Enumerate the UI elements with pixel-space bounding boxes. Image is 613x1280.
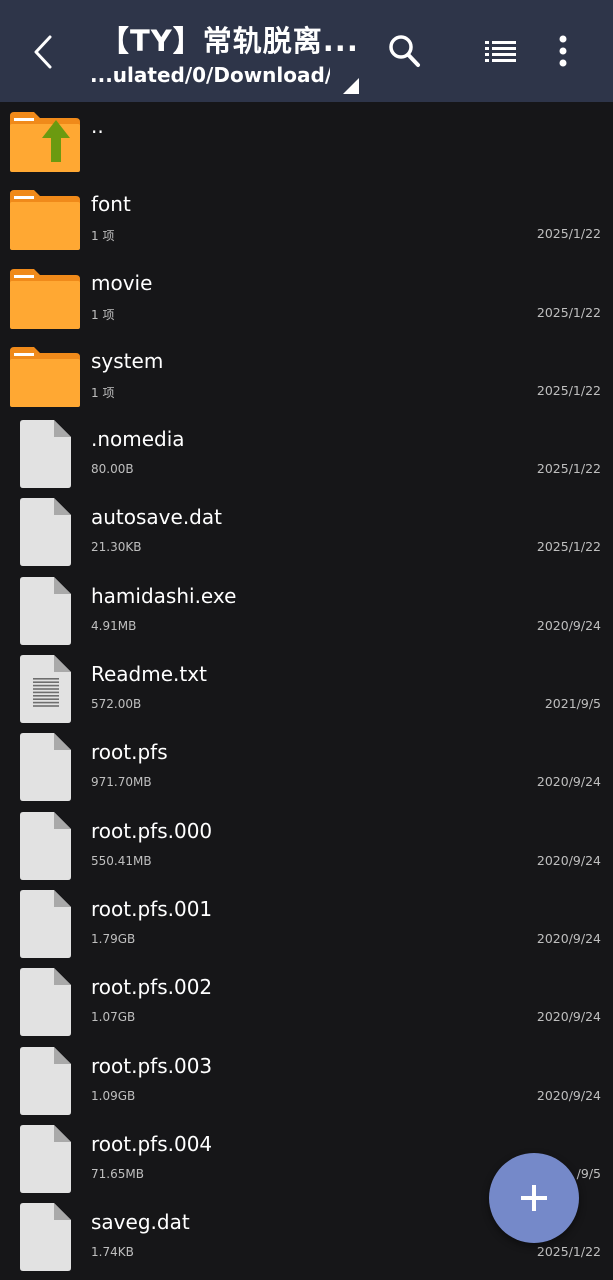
file-icon bbox=[20, 968, 71, 1037]
item-name: movie bbox=[91, 270, 153, 295]
item-date: 2025/1/22 bbox=[536, 539, 601, 555]
file-icon bbox=[20, 1203, 71, 1272]
file-row[interactable]: autosave.dat 21.30KB 2025/1/22 bbox=[0, 493, 613, 571]
item-name: root.pfs.000 bbox=[91, 818, 213, 843]
file-icon bbox=[20, 733, 71, 802]
item-meta: 21.30KB bbox=[91, 540, 142, 555]
item-meta: 1 项 bbox=[91, 307, 115, 322]
item-meta: 71.65MB bbox=[91, 1166, 144, 1181]
folder-icon bbox=[10, 346, 80, 407]
more-options-button[interactable] bbox=[552, 32, 574, 70]
add-icon bbox=[521, 1185, 547, 1211]
back-button[interactable] bbox=[24, 28, 64, 76]
file-row[interactable]: hamidashi.exe 4.91MB 2020/9/24 bbox=[0, 572, 613, 650]
item-date: 2021/9/5 bbox=[544, 696, 601, 712]
view-mode-button[interactable] bbox=[484, 36, 518, 66]
folder-icon bbox=[10, 190, 80, 251]
file-row[interactable]: root.pfs 971.70MB 2020/9/24 bbox=[0, 728, 613, 806]
file-row[interactable]: root.pfs.000 550.41MB 2020/9/24 bbox=[0, 807, 613, 885]
more-vert-icon bbox=[559, 35, 567, 67]
item-name: saveg.dat bbox=[91, 1210, 190, 1235]
item-meta: 1 项 bbox=[91, 229, 115, 244]
file-icon bbox=[20, 1124, 71, 1193]
item-meta: 1.09GB bbox=[91, 1088, 136, 1103]
item-date: 2025/1/22 bbox=[536, 304, 601, 320]
parent-directory-row[interactable]: .. bbox=[0, 102, 613, 180]
add-button[interactable] bbox=[489, 1153, 579, 1243]
item-name: font bbox=[91, 192, 131, 217]
folder-icon bbox=[10, 268, 80, 329]
item-name: system bbox=[91, 348, 164, 373]
item-date: 2025/1/22 bbox=[536, 382, 601, 398]
back-arrow-icon bbox=[34, 35, 52, 69]
item-meta: 550.41MB bbox=[91, 853, 152, 868]
search-button[interactable] bbox=[386, 32, 422, 70]
item-name: autosave.dat bbox=[91, 505, 222, 530]
item-name: root.pfs bbox=[91, 740, 168, 765]
list-view-icon bbox=[485, 41, 516, 62]
file-row[interactable]: .nomedia 80.00B 2025/1/22 bbox=[0, 415, 613, 493]
file-row[interactable]: root.pfs.002 1.07GB 2020/9/24 bbox=[0, 963, 613, 1041]
folder-title: 【TY】常轨脱离... bbox=[100, 24, 359, 58]
item-name: Readme.txt bbox=[91, 662, 207, 687]
item-date: 2020/9/24 bbox=[536, 1009, 601, 1025]
item-name: root.pfs.001 bbox=[91, 896, 213, 921]
file-icon bbox=[20, 420, 71, 489]
item-date: 2025/1/22 bbox=[536, 226, 601, 242]
item-date: 2020/9/24 bbox=[536, 852, 601, 868]
item-meta: 80.00B bbox=[91, 462, 134, 477]
item-name: root.pfs.002 bbox=[91, 975, 213, 1000]
toolbar: 【TY】常轨脱离... ...ulated/0/Download/ty bbox=[0, 0, 613, 102]
file-row[interactable]: Readme.txt 572.00B 2021/9/5 bbox=[0, 650, 613, 728]
item-meta: 1 项 bbox=[91, 385, 115, 400]
file-row[interactable]: root.pfs.001 1.79GB 2020/9/24 bbox=[0, 885, 613, 963]
text-file-icon bbox=[20, 655, 71, 724]
file-icon bbox=[20, 1046, 71, 1115]
item-meta: 572.00B bbox=[91, 697, 142, 712]
item-date: 2025/1/22 bbox=[536, 1244, 601, 1260]
file-icon bbox=[20, 811, 71, 880]
item-date: 2020/9/24 bbox=[536, 774, 601, 790]
item-date: 2025/1/22 bbox=[536, 461, 601, 477]
item-date: 2020/9/24 bbox=[536, 930, 601, 946]
folder-row[interactable]: system 1 项 2025/1/22 bbox=[0, 337, 613, 415]
folder-row[interactable]: movie 1 项 2025/1/22 bbox=[0, 259, 613, 337]
item-meta: 1.74KB bbox=[91, 1245, 134, 1260]
current-path[interactable]: ...ulated/0/Download/ty bbox=[90, 63, 330, 87]
item-name: root.pfs.004 bbox=[91, 1131, 213, 1156]
item-name: hamidashi.exe bbox=[91, 583, 237, 608]
file-list: .. font 1 项 2025/1/22 movie 1 项 2025/1/22 syst… bbox=[0, 102, 613, 1276]
item-date: 2020/9/24 bbox=[536, 1087, 601, 1103]
item-meta: 1.79GB bbox=[91, 931, 136, 946]
file-row[interactable]: root.pfs.003 1.09GB 2020/9/24 bbox=[0, 1042, 613, 1120]
item-name: root.pfs.003 bbox=[91, 1053, 213, 1078]
parent-directory-label: .. bbox=[91, 114, 104, 138]
item-meta: 4.91MB bbox=[91, 618, 137, 633]
item-date: /9/5 bbox=[576, 1165, 601, 1181]
item-date: 2020/9/24 bbox=[536, 617, 601, 633]
item-meta: 971.70MB bbox=[91, 775, 152, 790]
folder-up-icon bbox=[10, 112, 80, 172]
item-name: .nomedia bbox=[91, 427, 185, 452]
file-icon bbox=[20, 498, 71, 567]
path-dropdown-indicator[interactable] bbox=[343, 78, 359, 94]
item-meta: 1.07GB bbox=[91, 1010, 136, 1025]
search-icon bbox=[389, 35, 420, 67]
file-icon bbox=[20, 576, 71, 645]
folder-row[interactable]: font 1 项 2025/1/22 bbox=[0, 180, 613, 258]
file-icon bbox=[20, 889, 71, 958]
